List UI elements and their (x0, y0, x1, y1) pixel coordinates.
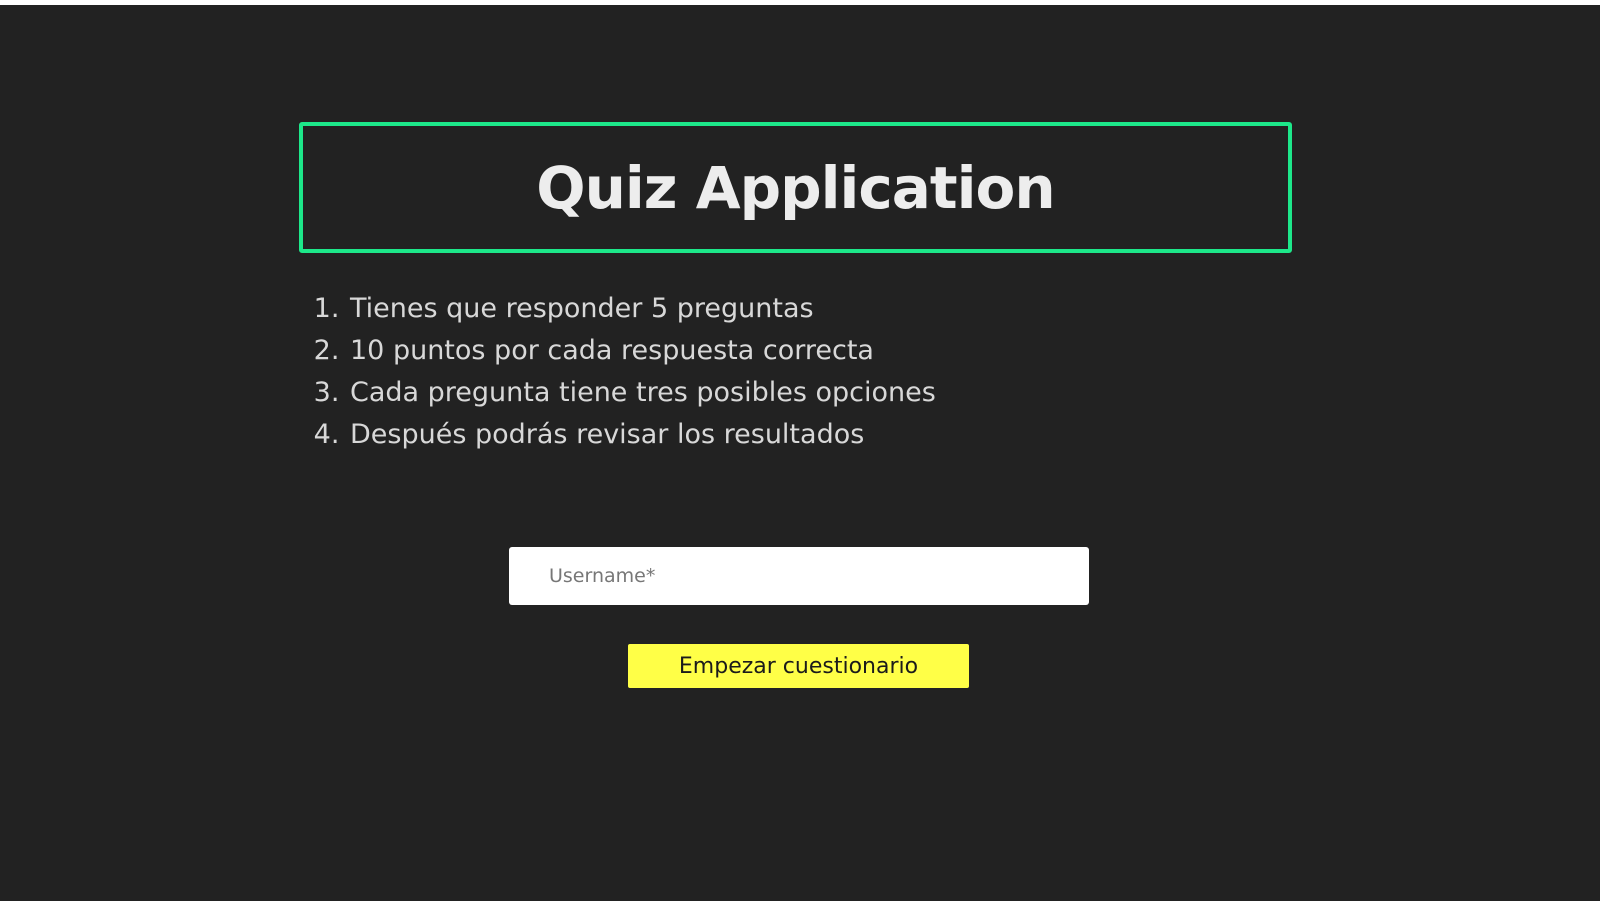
rule-item: Cada pregunta tiene tres posibles opcion… (348, 372, 1148, 414)
username-input[interactable] (509, 547, 1089, 605)
start-quiz-button[interactable]: Empezar cuestionario (628, 644, 969, 688)
quiz-app: Quiz Application Tienes que responder 5 … (0, 5, 1600, 901)
rules-list: Tienes que responder 5 preguntas 10 punt… (304, 288, 1148, 456)
rule-item: Después podrás revisar los resultados (348, 414, 1148, 456)
page-title: Quiz Application (536, 153, 1055, 222)
rule-item: Tienes que responder 5 preguntas (348, 288, 1148, 330)
title-box: Quiz Application (299, 122, 1292, 253)
rule-item: 10 puntos por cada respuesta correcta (348, 330, 1148, 372)
